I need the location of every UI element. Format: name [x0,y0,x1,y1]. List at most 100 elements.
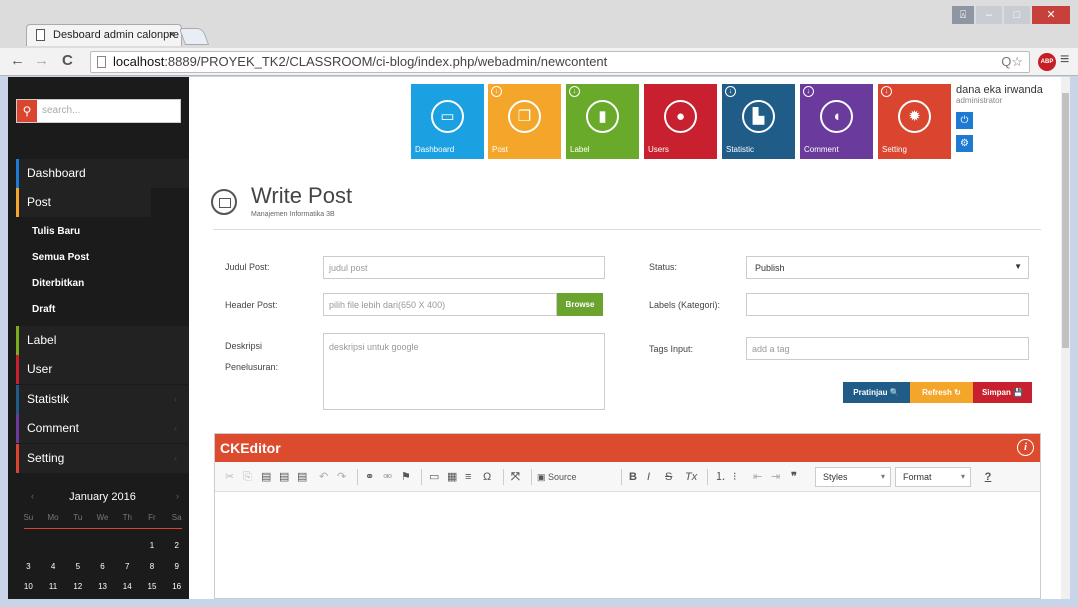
calendar-day[interactable]: 10 [16,582,41,591]
calendar-day[interactable]: 16 [164,582,189,591]
tile-label[interactable]: ↓ ▮ Label [566,84,639,159]
forward-icon[interactable]: → [34,52,49,70]
tab-close-icon[interactable]: × [169,25,175,45]
refresh-button[interactable]: Refresh ↻ [910,382,973,403]
maximize-button[interactable]: □ [1004,6,1030,24]
tile-dashboard[interactable]: ▭ Dashboard [411,84,484,159]
format-dropdown[interactable]: Format ▾ [895,467,971,487]
nav-post[interactable]: Post [16,188,151,217]
search-box[interactable]: ⚲ search... [16,99,181,123]
calendar-day[interactable]: 13 [90,582,115,591]
special-char-icon[interactable]: Ω [483,468,491,486]
desc-textarea[interactable]: deskripsi untuk google [323,333,605,410]
indent-icon[interactable]: ⇥ [771,468,780,486]
nav-statistik[interactable]: Statistik ‹ [16,385,189,414]
new-tab-button[interactable] [178,28,210,45]
paste-text-icon[interactable]: ▤ [279,468,289,486]
redo-icon[interactable]: ↷ [337,468,346,486]
status-select[interactable]: Publish ▼ [746,256,1029,279]
bulleted-list-icon[interactable]: ⁝ [733,468,737,486]
styles-dropdown[interactable]: Styles ▾ [815,467,891,487]
tile-comment[interactable]: ↓ ◖ Comment [800,84,873,159]
scrollbar[interactable] [1061,77,1070,599]
reload-icon[interactable]: C [62,52,73,70]
settings-gears-icon[interactable]: ⚙ [956,135,973,152]
copy-icon[interactable]: ⎘ [243,468,252,486]
tile-post[interactable]: ↓ ❐ Post [488,84,561,159]
calendar-day[interactable]: 15 [140,582,165,591]
calendar-day[interactable] [16,541,41,550]
tags-input[interactable]: add a tag [746,337,1029,360]
calendar-day[interactable]: 5 [65,562,90,571]
nav-label[interactable]: Label [16,326,189,355]
link-icon[interactable]: ⚭ [365,468,374,486]
nav-tulis-baru[interactable]: Tulis Baru [16,219,189,245]
table-icon[interactable]: ▦ [447,468,457,486]
profile-button[interactable]: ⍓ [952,6,974,24]
calendar-day[interactable] [115,541,140,550]
header-file-input[interactable]: pilih file lebih dari(650 X 400) [323,293,557,316]
blockquote-icon[interactable]: ❞ [791,468,797,486]
nav-draft[interactable]: Draft [16,297,189,323]
source-button[interactable]: ▣ Source [537,468,577,486]
scrollbar-thumb[interactable] [1062,93,1069,348]
paste-word-icon[interactable]: ▤ [297,468,307,486]
browser-menu-icon[interactable]: ≡ [1060,51,1069,69]
calendar-day[interactable]: 6 [90,562,115,571]
calendar-day[interactable]: 9 [164,562,189,571]
italic-icon[interactable]: I [647,468,650,486]
search-input[interactable]: search... [42,105,80,116]
browse-button[interactable]: Browse [557,293,603,316]
outdent-icon[interactable]: ⇤ [753,468,762,486]
calendar-day[interactable]: 4 [41,562,66,571]
calendar-next-icon[interactable]: › [176,491,179,501]
calendar-day[interactable]: 1 [140,541,165,550]
numbered-list-icon[interactable]: ⒈ [715,468,726,486]
horizontal-line-icon[interactable]: ≡ [465,468,471,486]
adblock-icon[interactable]: ABP [1038,53,1056,71]
calendar-day[interactable] [41,541,66,550]
nav-diterbitkan[interactable]: Diterbitkan [16,271,189,297]
nav-dashboard[interactable]: Dashboard [16,159,189,188]
browser-tab[interactable]: Desboard admin calonpre × [26,24,182,46]
pratinjau-button[interactable]: Pratinjau 🔍 [843,382,910,403]
calendar-day[interactable]: 2 [164,541,189,550]
image-icon[interactable]: ▭ [429,468,439,486]
unlink-icon[interactable]: ⚮ [383,468,392,486]
tile-statistic[interactable]: ↓ ▙ Statistic [722,84,795,159]
nav-comment[interactable]: Comment ‹ [16,414,189,443]
judul-input[interactable]: judul post [323,256,605,279]
calendar-day[interactable]: 7 [115,562,140,571]
nav-setting[interactable]: Setting ‹ [16,444,189,473]
cut-icon[interactable]: ✂ [225,468,234,486]
maximize-icon[interactable]: ⤧ [511,468,520,486]
info-icon[interactable]: i [1017,439,1034,456]
url-field[interactable]: localhost:8889/PROYEK_TK2/CLASSROOM/ci-b… [90,51,1030,73]
editor-body[interactable] [215,493,1040,598]
calendar-day[interactable]: 14 [115,582,140,591]
nav-semua-post[interactable]: Semua Post [16,245,189,271]
calendar-day[interactable]: 12 [65,582,90,591]
labels-input[interactable] [746,293,1029,316]
remove-format-icon[interactable]: Tx [685,468,697,486]
help-icon[interactable]: ? [981,468,995,486]
paste-icon[interactable]: ▤ [261,468,271,486]
nav-user[interactable]: User [16,355,189,384]
tile-users[interactable]: ● Users [644,84,717,159]
strike-icon[interactable]: S [665,468,672,486]
bold-icon[interactable]: B [629,468,637,486]
undo-icon[interactable]: ↶ [319,468,328,486]
anchor-flag-icon[interactable]: ⚑ [401,468,411,486]
back-icon[interactable]: ← [10,52,25,70]
calendar-day[interactable]: 11 [41,582,66,591]
zoom-star-icon[interactable]: Q☆ [1001,52,1023,72]
calendar-day[interactable]: 8 [140,562,165,571]
close-window-button[interactable]: ✕ [1032,6,1070,24]
power-icon[interactable]: ⏻ [956,112,973,129]
calendar-day[interactable] [65,541,90,550]
tile-setting[interactable]: ↓ ✹ Setting [878,84,951,159]
calendar-day[interactable] [90,541,115,550]
simpan-button[interactable]: Simpan 💾 [973,382,1032,403]
calendar-day[interactable]: 3 [16,562,41,571]
minimize-button[interactable]: – [976,6,1002,24]
